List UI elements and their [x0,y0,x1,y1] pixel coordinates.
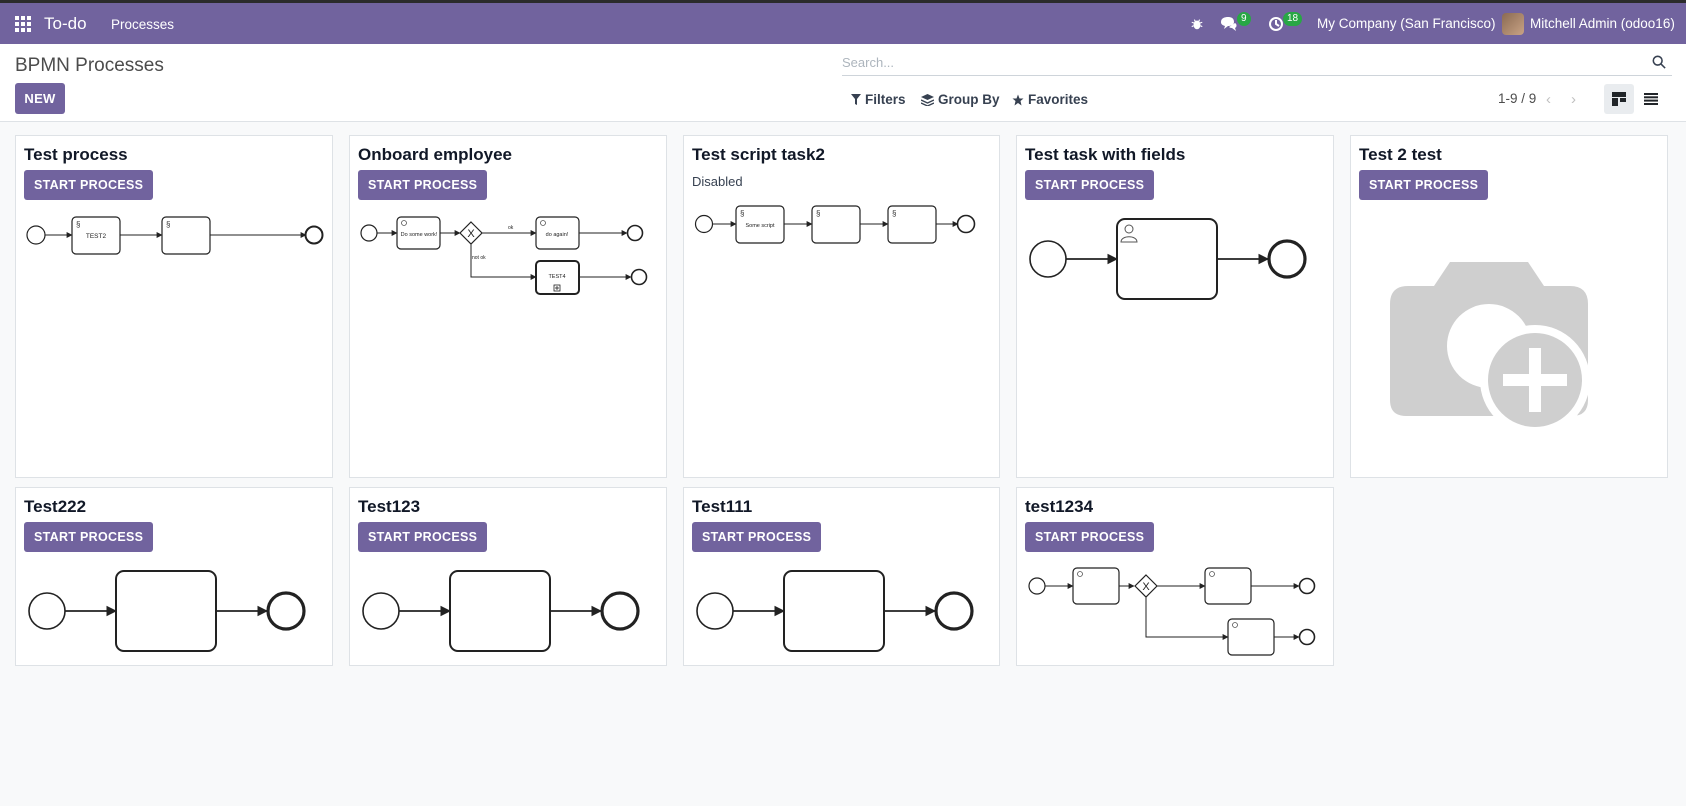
process-card[interactable]: Test 2 test START PROCESS [1350,135,1668,478]
kanban-view-button[interactable] [1604,84,1634,114]
start-process-button[interactable]: START PROCESS [358,522,488,552]
process-card[interactable]: Test123 START PROCESS [349,487,667,666]
card-title: Test script task2 [692,145,825,164]
flow-label: ok [508,225,514,231]
filter-icon [851,94,861,105]
card-title: Onboard employee [358,145,512,164]
process-card[interactable]: Onboard employee START PROCESS Do some w… [349,135,667,478]
svg-text:X: X [467,228,475,240]
star-icon [1012,94,1024,105]
status-label: Disabled [692,174,743,189]
process-card[interactable]: Test222 START PROCESS [15,487,333,666]
list-view-button[interactable] [1636,84,1666,114]
bpmn-diagram [362,570,640,652]
list-icon [1644,93,1658,105]
search-input[interactable] [842,50,1622,74]
card-title: Test222 [24,497,87,516]
bpmn-diagram: Do some work! X ok do again! not ok TEST… [360,216,648,295]
debug-icon[interactable] [1190,3,1204,44]
pager-value[interactable]: 1-9 / 9 [1498,91,1536,106]
svg-text:X: X [1142,581,1150,593]
card-title: Test process [24,145,128,164]
process-card[interactable]: test1234 START PROCESS X [1016,487,1334,666]
start-process-button[interactable]: START PROCESS [24,522,154,552]
bpmn-diagram: § Some script § § [694,205,976,244]
card-title: Test 2 test [1359,145,1442,164]
messages-badge: 9 [1237,12,1251,26]
bpmn-diagram: X [1028,567,1316,656]
activities-icon[interactable] [1268,3,1284,44]
card-title: Test111 [692,497,753,516]
process-card[interactable]: Test111 START PROCESS [683,487,1000,666]
flow-label: not ok [472,255,486,261]
svg-text:§: § [76,220,80,229]
favorites-button[interactable]: Favorites [1012,92,1088,107]
task-label: TEST2 [86,233,107,240]
card-title: Test123 [358,497,421,516]
kanban-icon [1612,92,1626,106]
svg-text:§: § [740,209,744,218]
search-bar [842,50,1672,76]
start-process-button[interactable]: START PROCESS [1025,170,1155,200]
page-title: BPMN Processes [15,55,164,76]
task-label: TEST4 [548,274,565,280]
company-switcher[interactable]: My Company (San Francisco) [1317,3,1496,44]
avatar [1502,12,1524,35]
new-button[interactable]: NEW [15,83,65,114]
process-card[interactable]: Test task with fields START PROCESS [1016,135,1334,478]
start-process-button[interactable]: START PROCESS [358,170,488,200]
process-card[interactable]: Test script task2 Disabled § Some script… [683,135,1000,478]
process-card[interactable]: Test process START PROCESS § TEST2 § [15,135,333,478]
bpmn-diagram [696,570,974,652]
search-icon[interactable] [1652,55,1666,69]
start-process-button[interactable]: START PROCESS [1025,522,1155,552]
task-label: Some script [745,223,775,229]
group-by-label: Group By [938,92,1000,107]
svg-text:§: § [166,220,170,229]
filters-button[interactable]: Filters [851,92,906,107]
control-panel: BPMN Processes NEW Filters Group By Favo… [0,44,1686,122]
layers-icon [921,93,934,106]
camera-plus-icon [1390,262,1590,435]
filters-label: Filters [865,92,906,107]
card-title: test1234 [1025,497,1094,516]
svg-text:§: § [892,209,896,218]
apps-menu-icon[interactable] [15,16,31,32]
menu-processes[interactable]: Processes [111,17,174,32]
bpmn-diagram: § TEST2 § [26,216,324,255]
user-menu[interactable]: Mitchell Admin (odoo16) [1502,3,1675,44]
app-name[interactable]: To-do [44,14,87,34]
bpmn-diagram [1029,218,1307,300]
user-name: Mitchell Admin (odoo16) [1530,16,1675,31]
pager-next-icon[interactable]: › [1571,91,1576,108]
start-process-button[interactable]: START PROCESS [1359,170,1489,200]
start-process-button[interactable]: START PROCESS [24,170,154,200]
task-label: do again! [546,232,569,238]
pager-previous-icon[interactable]: ‹ [1546,91,1551,108]
start-process-button[interactable]: START PROCESS [692,522,822,552]
bpmn-diagram [28,570,306,652]
svg-text:§: § [816,209,820,218]
card-title: Test task with fields [1025,145,1186,164]
messages-icon[interactable] [1220,3,1238,44]
top-navbar: To-do Processes 9 18 My Company (San Fra… [0,3,1686,44]
activities-badge: 18 [1283,12,1303,26]
favorites-label: Favorites [1028,92,1089,107]
group-by-button[interactable]: Group By [921,92,1000,107]
task-label: Do some work! [401,232,438,238]
